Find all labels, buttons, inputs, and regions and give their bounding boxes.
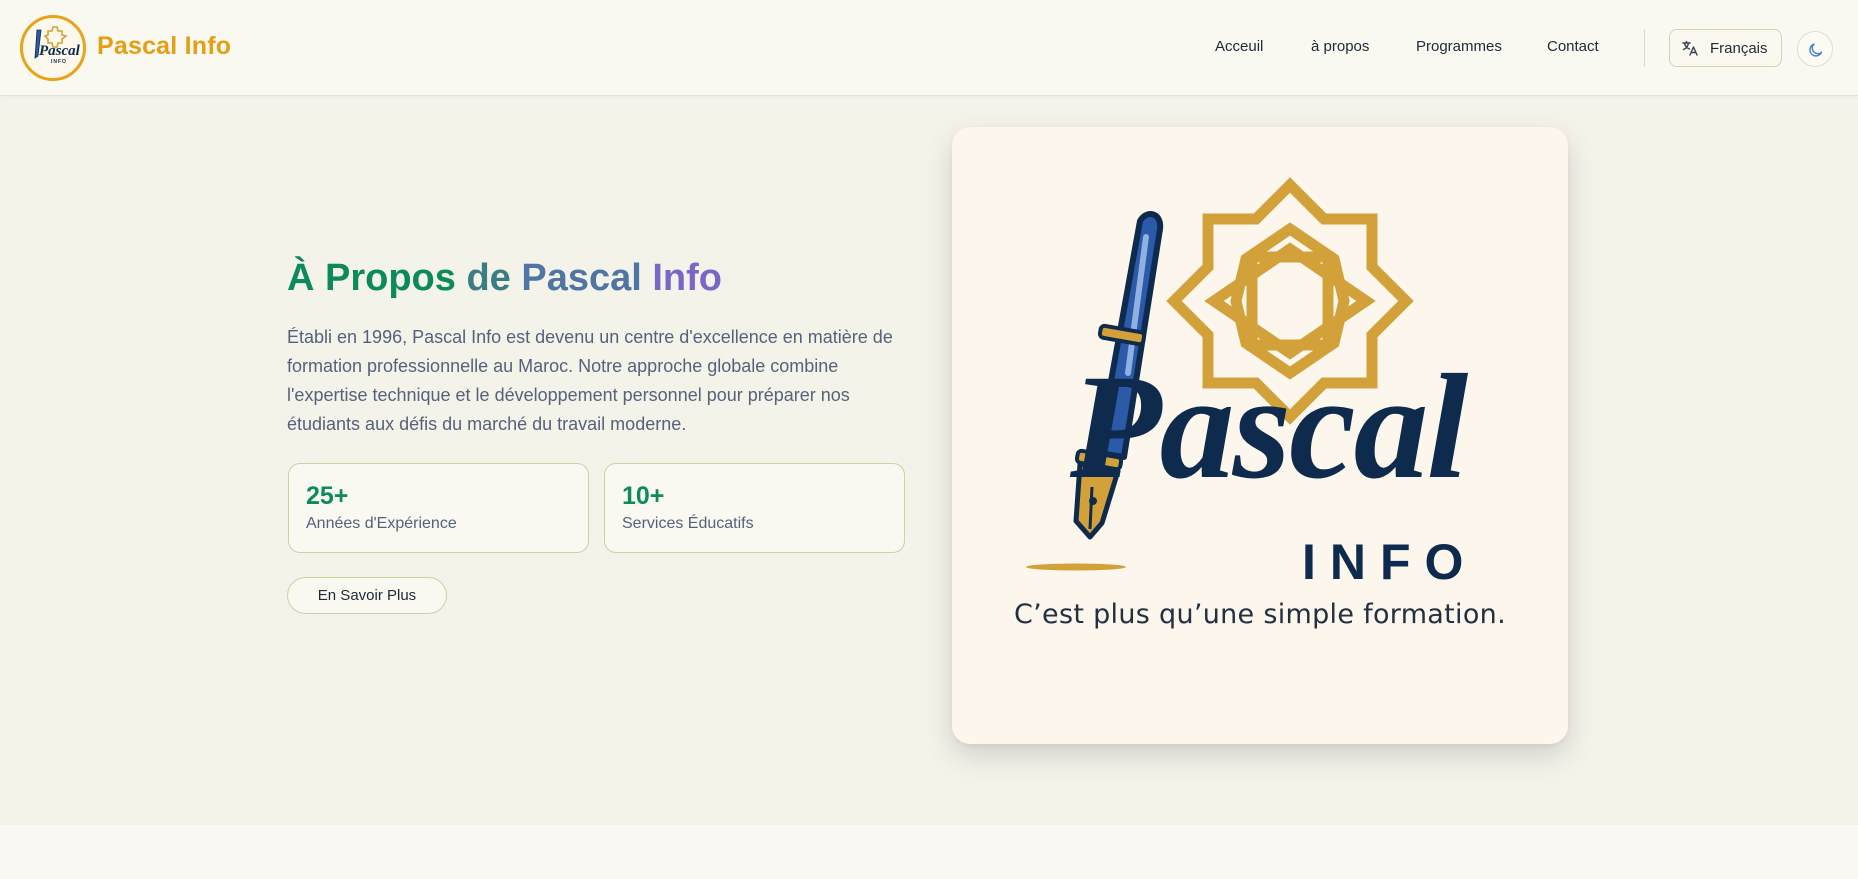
svg-text:INFO: INFO (51, 59, 67, 65)
language-button[interactable]: Français (1669, 29, 1782, 67)
title-part-a-propos: À Propos (287, 257, 467, 299)
title-part-info: Info (652, 257, 723, 299)
moon-icon (1809, 43, 1823, 57)
logo-card: Pascal INFO C’est plus qu’une simple for… (952, 127, 1568, 744)
nav-item-a-propos[interactable]: à propos (1311, 38, 1369, 55)
theme-toggle-button[interactable] (1797, 31, 1833, 67)
nav-item-acceuil[interactable]: Acceuil (1215, 38, 1263, 55)
stat-value: 10+ (622, 482, 665, 510)
language-label: Français (1710, 40, 1768, 57)
logo-script-text: Pascal (1070, 344, 1468, 510)
title-part-de: de (466, 257, 522, 299)
next-section (0, 825, 1858, 879)
nav-item-programmes[interactable]: Programmes (1416, 38, 1502, 55)
logo-info-text: INFO (1302, 534, 1478, 590)
logo-tagline: C’est plus qu’une simple formation. (1014, 599, 1506, 630)
stat-label: Services Éducatifs (622, 515, 754, 532)
learn-more-button[interactable]: En Savoir Plus (287, 577, 447, 614)
stat-card-services: 10+ Services Éducatifs (604, 463, 905, 553)
nav-item-contact[interactable]: Contact (1547, 38, 1599, 55)
nav-divider (1644, 29, 1645, 67)
about-description: Établi en 1996, Pascal Info est devenu u… (287, 327, 893, 434)
stat-card-experience: 25+ Années d'Expérience (288, 463, 589, 553)
stat-label: Années d'Expérience (306, 515, 457, 532)
translate-icon (1682, 40, 1698, 56)
page-title: À Propos de Pascal Info (287, 257, 722, 300)
site-header: Pascal INFO Pascal Info Acceuil à propos… (0, 0, 1858, 96)
about-hero-section (0, 97, 1858, 825)
title-part-pascal: Pascal (521, 257, 653, 299)
stat-value: 25+ (306, 482, 349, 510)
main-nav: Acceuil à propos Programmes Contact (0, 38, 1858, 58)
